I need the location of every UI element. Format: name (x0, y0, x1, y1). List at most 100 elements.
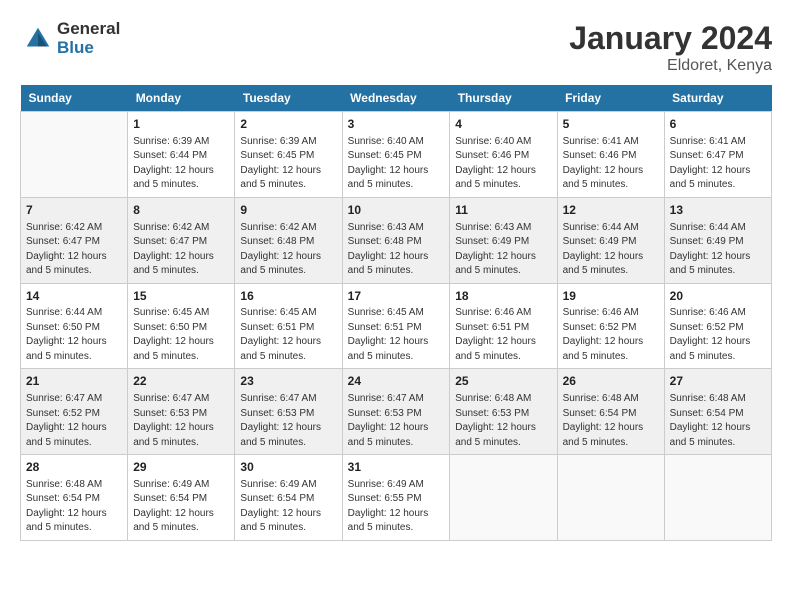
calendar-day-cell: 17Sunrise: 6:45 AM Sunset: 6:51 PM Dayli… (342, 283, 450, 369)
day-info: Sunrise: 6:49 AM Sunset: 6:54 PM Dayligh… (133, 478, 229, 536)
calendar-week-row: 21 Sunrise: 6:47 AM Sunset: 6:52 PM Dayli… (21, 369, 772, 455)
weekday-header-sunday: Sunday (21, 85, 128, 112)
location: Eldoret, Kenya (569, 57, 772, 75)
day-number: 11 (455, 202, 551, 219)
day-info: Sunrise: 6:48 AM Sunset: 6:54 PM Dayligh… (26, 478, 122, 536)
day-info: Sunrise: 6:44 AM Sunset: 6:49 PM Dayligh… (563, 221, 659, 279)
day-info: Sunrise: 6:44 AM Sunset: 6:50 PM Dayligh… (26, 306, 122, 364)
day-info: Sunrise: 6:41 AM Sunset: 6:46 PM Dayligh… (563, 135, 659, 193)
calendar-day-cell: 28 Sunrise: 6:48 AM Sunset: 6:54 PM Dayli… (21, 455, 128, 541)
calendar-day-cell: 6Sunrise: 6:41 AM Sunset: 6:47 PM Daylig… (664, 112, 771, 198)
day-number: 4 (455, 116, 551, 133)
day-info: Sunrise: 6:42 AM Sunset: 6:48 PM Dayligh… (240, 221, 336, 279)
calendar-week-row: 28 Sunrise: 6:48 AM Sunset: 6:54 PM Dayli… (21, 455, 772, 541)
calendar-day-cell: 25Sunrise: 6:48 AM Sunset: 6:53 PM Dayli… (450, 369, 557, 455)
calendar-day-cell: 3 Sunrise: 6:40 AM Sunset: 6:45 PM Daylig… (342, 112, 450, 198)
day-number: 5 (563, 116, 659, 133)
calendar-week-row: 14Sunrise: 6:44 AM Sunset: 6:50 PM Dayli… (21, 283, 772, 369)
calendar-day-cell: 10Sunrise: 6:43 AM Sunset: 6:48 PM Dayli… (342, 197, 450, 283)
calendar-day-cell (21, 112, 128, 198)
calendar-day-cell: 13 Sunrise: 6:44 AM Sunset: 6:49 PM Dayli… (664, 197, 771, 283)
day-info: Sunrise: 6:43 AM Sunset: 6:49 PM Dayligh… (455, 221, 551, 279)
day-number: 30 (240, 459, 336, 476)
day-number: 9 (240, 202, 336, 219)
calendar-day-cell: 5 Sunrise: 6:41 AM Sunset: 6:46 PM Daylig… (557, 112, 664, 198)
calendar-day-cell: 30 Sunrise: 6:49 AM Sunset: 6:54 PM Dayli… (235, 455, 342, 541)
day-number: 20 (670, 288, 766, 305)
calendar-day-cell: 24 Sunrise: 6:47 AM Sunset: 6:53 PM Dayli… (342, 369, 450, 455)
day-number: 21 (26, 373, 122, 390)
day-info: Sunrise: 6:47 AM Sunset: 6:52 PM Dayligh… (26, 392, 122, 450)
calendar-day-cell: 2 Sunrise: 6:39 AM Sunset: 6:45 PM Daylig… (235, 112, 342, 198)
calendar-day-cell (557, 455, 664, 541)
calendar-week-row: 7 Sunrise: 6:42 AM Sunset: 6:47 PM Daylig… (21, 197, 772, 283)
day-info: Sunrise: 6:46 AM Sunset: 6:52 PM Dayligh… (670, 306, 766, 364)
logo-blue: Blue (57, 39, 120, 58)
calendar-day-cell: 15Sunrise: 6:45 AM Sunset: 6:50 PM Dayli… (128, 283, 235, 369)
day-number: 12 (563, 202, 659, 219)
day-info: Sunrise: 6:42 AM Sunset: 6:47 PM Dayligh… (26, 221, 122, 279)
day-number: 22 (133, 373, 229, 390)
day-number: 16 (240, 288, 336, 305)
day-info: Sunrise: 6:39 AM Sunset: 6:44 PM Dayligh… (133, 135, 229, 193)
calendar-table: SundayMondayTuesdayWednesdayThursdayFrid… (20, 85, 772, 541)
day-info: Sunrise: 6:43 AM Sunset: 6:48 PM Dayligh… (348, 221, 445, 279)
logo-icon (23, 24, 53, 54)
calendar-day-cell: 8 Sunrise: 6:42 AM Sunset: 6:47 PM Daylig… (128, 197, 235, 283)
calendar-day-cell: 11 Sunrise: 6:43 AM Sunset: 6:49 PM Dayli… (450, 197, 557, 283)
calendar-day-cell: 1Sunrise: 6:39 AM Sunset: 6:44 PM Daylig… (128, 112, 235, 198)
calendar-day-cell: 16Sunrise: 6:45 AM Sunset: 6:51 PM Dayli… (235, 283, 342, 369)
calendar-day-cell: 19Sunrise: 6:46 AM Sunset: 6:52 PM Dayli… (557, 283, 664, 369)
logo: General Blue (20, 20, 120, 57)
day-info: Sunrise: 6:46 AM Sunset: 6:52 PM Dayligh… (563, 306, 659, 364)
day-info: Sunrise: 6:40 AM Sunset: 6:45 PM Dayligh… (348, 135, 445, 193)
calendar-day-cell: 14Sunrise: 6:44 AM Sunset: 6:50 PM Dayli… (21, 283, 128, 369)
calendar-day-cell: 7 Sunrise: 6:42 AM Sunset: 6:47 PM Daylig… (21, 197, 128, 283)
day-info: Sunrise: 6:47 AM Sunset: 6:53 PM Dayligh… (240, 392, 336, 450)
weekday-header-saturday: Saturday (664, 85, 771, 112)
page-header: General Blue January 2024 Eldoret, Kenya (20, 20, 772, 75)
day-number: 26 (563, 373, 659, 390)
day-number: 31 (348, 459, 445, 476)
day-info: Sunrise: 6:48 AM Sunset: 6:53 PM Dayligh… (455, 392, 551, 450)
day-info: Sunrise: 6:42 AM Sunset: 6:47 PM Dayligh… (133, 221, 229, 279)
day-info: Sunrise: 6:47 AM Sunset: 6:53 PM Dayligh… (348, 392, 445, 450)
calendar-day-cell (450, 455, 557, 541)
day-info: Sunrise: 6:39 AM Sunset: 6:45 PM Dayligh… (240, 135, 336, 193)
calendar-day-cell: 31 Sunrise: 6:49 AM Sunset: 6:55 PM Dayli… (342, 455, 450, 541)
calendar-day-cell: 18Sunrise: 6:46 AM Sunset: 6:51 PM Dayli… (450, 283, 557, 369)
calendar-day-cell: 4 Sunrise: 6:40 AM Sunset: 6:46 PM Daylig… (450, 112, 557, 198)
calendar-week-row: 1Sunrise: 6:39 AM Sunset: 6:44 PM Daylig… (21, 112, 772, 198)
day-number: 2 (240, 116, 336, 133)
day-info: Sunrise: 6:40 AM Sunset: 6:46 PM Dayligh… (455, 135, 551, 193)
day-number: 13 (670, 202, 766, 219)
weekday-header-thursday: Thursday (450, 85, 557, 112)
day-info: Sunrise: 6:44 AM Sunset: 6:49 PM Dayligh… (670, 221, 766, 279)
calendar-day-cell: 22 Sunrise: 6:47 AM Sunset: 6:53 PM Dayli… (128, 369, 235, 455)
day-number: 19 (563, 288, 659, 305)
day-number: 18 (455, 288, 551, 305)
day-info: Sunrise: 6:46 AM Sunset: 6:51 PM Dayligh… (455, 306, 551, 364)
weekday-header-wednesday: Wednesday (342, 85, 450, 112)
day-number: 8 (133, 202, 229, 219)
day-number: 17 (348, 288, 445, 305)
weekday-header-friday: Friday (557, 85, 664, 112)
day-number: 6 (670, 116, 766, 133)
calendar-day-cell (664, 455, 771, 541)
calendar-day-cell: 26 Sunrise: 6:48 AM Sunset: 6:54 PM Dayli… (557, 369, 664, 455)
day-info: Sunrise: 6:45 AM Sunset: 6:51 PM Dayligh… (240, 306, 336, 364)
day-info: Sunrise: 6:49 AM Sunset: 6:55 PM Dayligh… (348, 478, 445, 536)
calendar-day-cell: 21 Sunrise: 6:47 AM Sunset: 6:52 PM Dayli… (21, 369, 128, 455)
day-info: Sunrise: 6:48 AM Sunset: 6:54 PM Dayligh… (563, 392, 659, 450)
day-info: Sunrise: 6:45 AM Sunset: 6:51 PM Dayligh… (348, 306, 445, 364)
day-info: Sunrise: 6:47 AM Sunset: 6:53 PM Dayligh… (133, 392, 229, 450)
calendar-day-cell: 20Sunrise: 6:46 AM Sunset: 6:52 PM Dayli… (664, 283, 771, 369)
day-info: Sunrise: 6:49 AM Sunset: 6:54 PM Dayligh… (240, 478, 336, 536)
day-number: 7 (26, 202, 122, 219)
title-block: January 2024 Eldoret, Kenya (569, 20, 772, 75)
day-number: 3 (348, 116, 445, 133)
day-info: Sunrise: 6:45 AM Sunset: 6:50 PM Dayligh… (133, 306, 229, 364)
day-number: 28 (26, 459, 122, 476)
day-number: 24 (348, 373, 445, 390)
logo-general: General (57, 20, 120, 39)
